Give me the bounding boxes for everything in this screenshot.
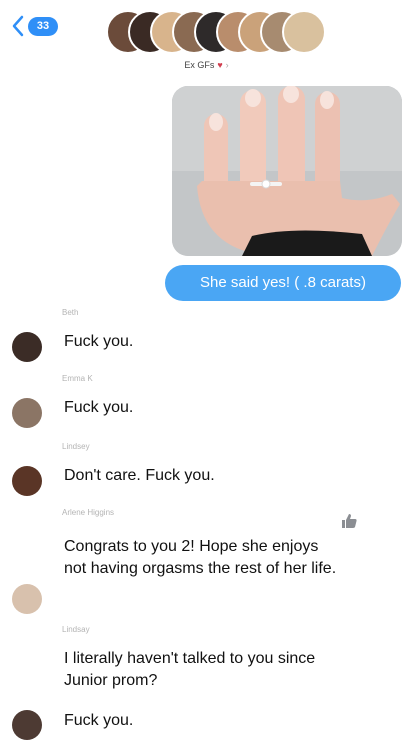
incoming-message[interactable]: I literally haven't talked to you since … [64,648,344,692]
unread-count-badge: 33 [28,16,58,36]
outgoing-photo[interactable] [172,86,402,256]
avatar[interactable] [12,332,42,362]
avatar[interactable] [12,710,42,740]
heart-icon: ♥ [217,60,223,70]
chevron-left-icon [12,15,24,37]
group-avatar [282,10,326,54]
incoming-message[interactable]: Don't care. Fuck you. [64,465,215,487]
chevron-right-icon: › [225,60,229,70]
ring-hand-image [172,86,402,256]
incoming-message[interactable]: Fuck you. [64,397,133,419]
sender-name: Arlene Higgins [62,508,115,517]
group-avatars[interactable] [106,10,326,54]
sender-name: Lindsey [62,442,90,451]
back-button[interactable]: 33 [10,14,58,38]
group-title-text: Ex GFs [184,60,215,70]
group-name[interactable]: Ex GFs ♥ › [0,60,413,70]
incoming-message[interactable]: Fuck you. [64,710,133,732]
sender-name: Lindsay [62,625,90,634]
sender-name: Beth [62,308,79,317]
avatar[interactable] [12,398,42,428]
thumbs-up-icon[interactable] [340,512,358,530]
avatar[interactable] [12,584,42,614]
outgoing-message-bubble[interactable]: She said yes! ( .8 carats) [165,265,401,301]
sender-name: Emma K [62,374,93,383]
incoming-message[interactable]: Congrats to you 2! Hope she enjoys not h… [64,536,344,580]
incoming-message[interactable]: Fuck you. [64,331,133,353]
avatar[interactable] [12,466,42,496]
conversation-header: 33 Ex GFs ♥ › [0,0,413,78]
